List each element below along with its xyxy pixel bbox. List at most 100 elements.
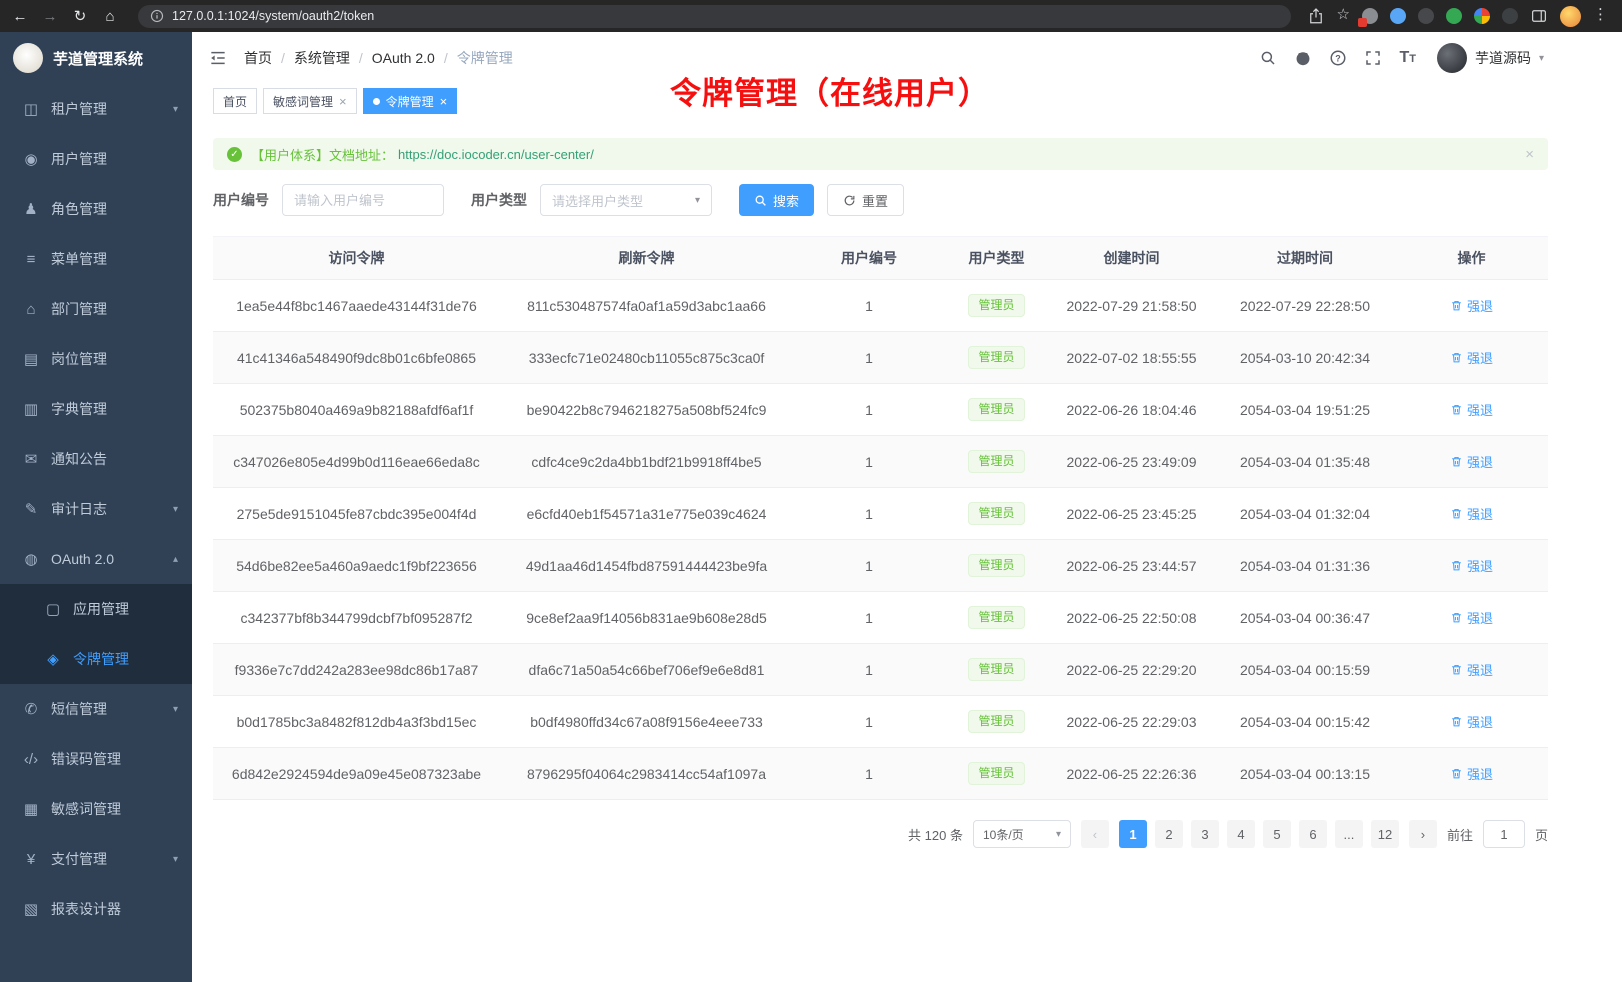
close-icon[interactable]: ×: [440, 95, 448, 108]
force-logout-button[interactable]: 强退: [1450, 296, 1493, 315]
page-info-icon[interactable]: [150, 9, 164, 23]
force-logout-button[interactable]: 强退: [1450, 660, 1493, 679]
refresh-token-cell: 9ce8ef2aa9f14056b831ae9b608e28d5: [500, 592, 793, 644]
sidebar-item-sensitive[interactable]: ▦敏感词管理: [0, 784, 192, 834]
sidebar-item-oauth-app[interactable]: ▢应用管理: [0, 584, 192, 634]
user-id-input[interactable]: [282, 184, 444, 216]
page-ellipsis[interactable]: ...: [1335, 820, 1363, 848]
forward-button[interactable]: →: [38, 8, 62, 25]
force-logout-button[interactable]: 强退: [1450, 608, 1493, 627]
sidebar-item-tenant[interactable]: ◫租户管理▾: [0, 84, 192, 134]
tab-label: 敏感词管理: [273, 93, 333, 110]
goto-suffix: 页: [1535, 825, 1548, 844]
user-type-badge: 管理员: [968, 398, 1024, 421]
page-button-1[interactable]: 1: [1119, 820, 1147, 848]
force-logout-button[interactable]: 强退: [1450, 504, 1493, 523]
token-table-body: 1ea5e44f8bc1467aaede43144f31de76 811c530…: [213, 280, 1548, 800]
tab-sensitive[interactable]: 敏感词管理 ×: [263, 88, 357, 114]
bookmark-star-icon[interactable]: ☆: [1337, 7, 1350, 25]
sidebar-item-oauth[interactable]: ◍OAuth 2.0▴: [0, 534, 192, 584]
sidebar-item-sms[interactable]: ✆短信管理▾: [0, 684, 192, 734]
force-logout-button[interactable]: 强退: [1450, 400, 1493, 419]
sidebar-item-post[interactable]: ▤岗位管理: [0, 334, 192, 384]
browser-profile-avatar[interactable]: [1560, 6, 1581, 27]
force-logout-button[interactable]: 强退: [1450, 712, 1493, 731]
reset-button[interactable]: 重置: [827, 184, 904, 216]
trash-icon: [1450, 663, 1463, 676]
side-panel-icon[interactable]: [1530, 7, 1548, 25]
force-logout-button[interactable]: 强退: [1450, 764, 1493, 783]
extension-icon[interactable]: [1390, 8, 1406, 24]
sidebar-item-dict[interactable]: ▥字典管理: [0, 384, 192, 434]
close-icon[interactable]: ×: [339, 95, 347, 108]
breadcrumb-item[interactable]: 系统管理: [294, 48, 350, 68]
dept-icon: ⌂: [20, 301, 42, 318]
menu-fold-icon[interactable]: [208, 48, 228, 68]
sidebar-item-label: 租户管理: [51, 99, 107, 119]
page-button-6[interactable]: 6: [1299, 820, 1327, 848]
url-bar[interactable]: 127.0.0.1:1024/system/oauth2/token: [138, 5, 1291, 28]
tab-home[interactable]: 首页: [213, 88, 257, 114]
sidebar-item-role[interactable]: ♟角色管理: [0, 184, 192, 234]
table-row: c347026e805e4d99b0d116eae66eda8c cdfc4ce…: [213, 436, 1548, 488]
prev-page-button[interactable]: ‹: [1081, 820, 1109, 848]
sidebar-item-user[interactable]: ◉用户管理: [0, 134, 192, 184]
sidebar-item-notice[interactable]: ✉通知公告: [0, 434, 192, 484]
share-icon[interactable]: [1307, 7, 1325, 25]
page-button-5[interactable]: 5: [1263, 820, 1291, 848]
user-id-cell: 1: [793, 540, 945, 592]
search-button[interactable]: 搜索: [739, 184, 814, 216]
fullscreen-icon[interactable]: [1364, 49, 1382, 67]
refresh-button[interactable]: ↻: [68, 7, 92, 25]
extension-icon[interactable]: [1418, 8, 1434, 24]
search-icon[interactable]: [1259, 49, 1277, 67]
page-button-3[interactable]: 3: [1191, 820, 1219, 848]
extension-icon[interactable]: [1474, 8, 1490, 24]
tab-token[interactable]: 令牌管理×: [363, 88, 458, 114]
extension-icon[interactable]: [1446, 8, 1462, 24]
user-type-select[interactable]: 请选择用户类型 ▾: [540, 184, 712, 216]
home-button[interactable]: ⌂: [98, 8, 122, 25]
username: 芋道源码: [1475, 48, 1531, 68]
access-token-cell: 6d842e2924594de9a09e45e087323abe: [213, 748, 500, 800]
sidebar-item-errcode[interactable]: ‹/›错误码管理: [0, 734, 192, 784]
page-button-2[interactable]: 2: [1155, 820, 1183, 848]
create-time-cell: 2022-07-02 18:55:55: [1048, 332, 1215, 384]
github-icon[interactable]: [1294, 49, 1312, 67]
breadcrumb-item[interactable]: 首页: [244, 48, 272, 68]
user-type-badge: 管理员: [968, 502, 1024, 525]
close-icon[interactable]: ×: [1525, 146, 1534, 163]
sidebar-item-audit[interactable]: ✎审计日志▾: [0, 484, 192, 534]
breadcrumb-separator: /: [281, 50, 285, 66]
font-size-icon[interactable]: TT: [1399, 50, 1416, 66]
create-time-cell: 2022-06-25 22:29:03: [1048, 696, 1215, 748]
sidebar-item-label: 部门管理: [51, 299, 107, 319]
sidebar-item-oauth-token[interactable]: ◈令牌管理: [0, 634, 192, 684]
doc-link[interactable]: https://doc.iocoder.cn/user-center/: [398, 147, 594, 162]
page-button-12[interactable]: 12: [1371, 820, 1399, 848]
sidebar-item-dept[interactable]: ⌂ 部门管理: [0, 284, 192, 334]
browser-menu-icon[interactable]: ⋮: [1593, 7, 1608, 25]
trash-icon: [1450, 455, 1463, 468]
sidebar-item-pay[interactable]: ¥支付管理▾: [0, 834, 192, 884]
goto-page-input[interactable]: [1483, 820, 1525, 848]
extension-icon[interactable]: [1502, 8, 1518, 24]
breadcrumb-item[interactable]: OAuth 2.0: [372, 50, 435, 66]
user-dropdown[interactable]: 芋道源码 ▾: [1437, 43, 1544, 73]
sidebar: 芋道管理系统 ◫租户管理▾◉用户管理♟角色管理≡菜单管理 ⌂ 部门管理 ▤岗位管理▥字…: [0, 32, 192, 982]
col-actions: 操作: [1395, 237, 1548, 280]
help-icon[interactable]: ?: [1329, 49, 1347, 67]
extension-icon[interactable]: [1362, 8, 1378, 24]
force-logout-button[interactable]: 强退: [1450, 452, 1493, 471]
back-button[interactable]: ←: [8, 8, 32, 25]
table-row: 54d6be82ee5a460a9aedc1f9bf223656 49d1aa4…: [213, 540, 1548, 592]
force-logout-button[interactable]: 强退: [1450, 556, 1493, 575]
force-logout-button[interactable]: 强退: [1450, 348, 1493, 367]
sidebar-item-report[interactable]: ▧报表设计器: [0, 884, 192, 934]
force-logout-label: 强退: [1467, 764, 1493, 783]
page-button-4[interactable]: 4: [1227, 820, 1255, 848]
sidebar-item-menu[interactable]: ≡菜单管理: [0, 234, 192, 284]
page-size-select[interactable]: 10条/页 ▾: [973, 820, 1071, 848]
app-logo[interactable]: 芋道管理系统: [0, 32, 192, 84]
next-page-button[interactable]: ›: [1409, 820, 1437, 848]
